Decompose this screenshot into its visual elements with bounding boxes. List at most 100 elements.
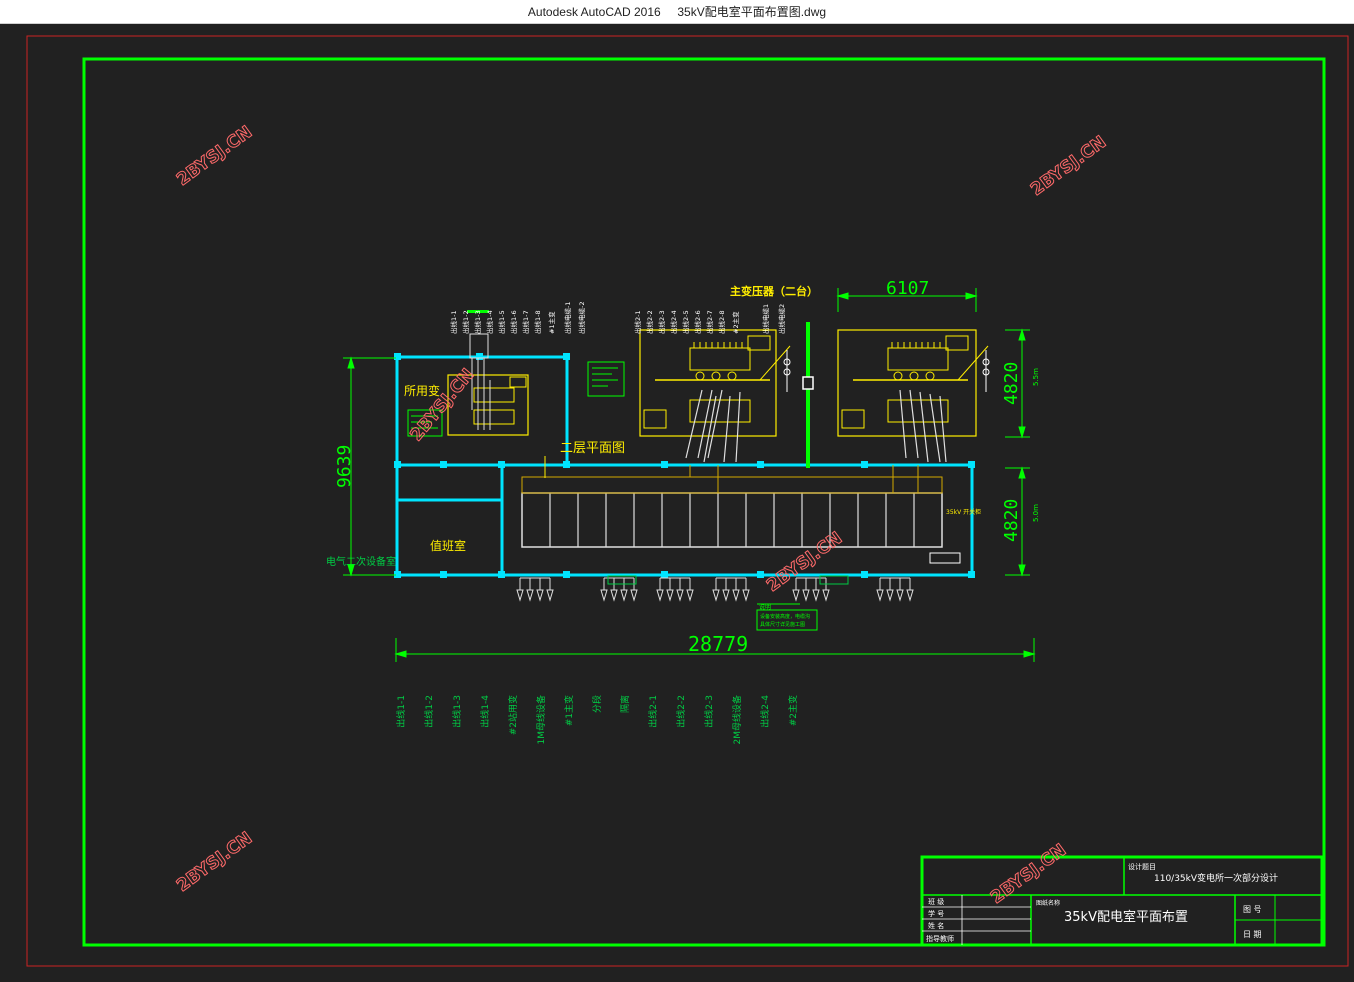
note-text-2: 具体尺寸详见施工图 [760,621,805,628]
cable-termination [876,578,884,602]
drawing-frame [82,57,1326,947]
bottom-feeder-label: 1M母线设备 [535,695,547,745]
station-transformer-label: 所用变 [404,383,440,398]
main-transformer-1 [639,329,777,437]
note-text-1: 设备安装高度，电缆沟 [760,613,810,620]
dimension-lines [343,288,1036,662]
top-feeder-label: 出线电缆-2 [577,302,586,334]
note-title: 说明 [759,603,771,611]
cable-termination [526,578,534,602]
row-advisor: 指导教师 [926,934,954,943]
cable-termination [822,578,830,602]
bottom-feeder-label: 出线2-4 [759,695,771,728]
cable-termination [732,578,740,602]
top-feeder-label: 出线2-6 [693,310,702,334]
switchgear-row [521,465,943,548]
row-name: 姓 名 [928,921,944,930]
top-feeder-label: 出线2-3 [657,310,666,334]
top-feeder-label: 出线1-3 [473,310,482,334]
duty-room-label: 值班室 [430,538,466,553]
transformer-1-leads [685,389,741,463]
field-drawing-no: 图 号 [1243,905,1262,914]
watermark: 2BYSJ.CN [763,528,846,596]
top-feeder-label: 出线1-2 [461,310,470,334]
cable-termination [516,578,524,602]
bottom-feeder-label: 分段 [591,695,603,713]
transformer-title: 主变压器（二台） [730,284,818,298]
row-student-id: 学 号 [928,909,944,918]
cable-terminations [516,577,914,602]
top-feeder-labels: 出线1-1 出线1-2 出线1-3 出线1-4 出线1-5 出线1-6 出线1-7 出线1-8… [449,302,786,334]
level-bottom: 5.0m [1032,504,1040,522]
top-feeder-label: 出线1-8 [533,310,542,334]
bottom-feeder-labels: 出线1-1 出线1-2 出线1-3 出线1-4 #2站用变 1M母线设备 #1主变 分段 隔离出… [395,695,799,745]
cable-termination [656,578,664,602]
drawing-label: 图纸名称 [1036,899,1060,907]
floor-plan-label: 二层平面图 [560,441,625,456]
top-feeder-label: 出线1-7 [521,310,530,334]
top-feeder-label: 出线1-4 [485,310,494,334]
watermark: 2BYSJ.CN [173,828,256,896]
top-feeder-label: 出线2-5 [681,310,690,334]
bottom-feeder-label: #2站用变 [507,695,519,735]
project-name: 110/35kV变电所一次部分设计 [1154,872,1278,884]
watermark: 2BYSJ.CN [1027,132,1110,200]
project-label: 设计题目 [1128,862,1156,871]
bottom-feeder-label: #1主变 [563,695,575,726]
isolator-symbol-2 [982,350,990,392]
cable-termination [802,578,810,602]
bottom-feeder-label: 出线1-3 [451,695,463,728]
dim-transformer-depth: 4820 [1001,362,1022,405]
window-title-bar: Autodesk AutoCAD 2016 35kV配电室平面布置图.dwg [0,0,1354,24]
cable-termination [600,578,608,602]
station-cable [469,333,489,410]
switchgear-label: 35kV 开关柜 [946,508,981,516]
bottom-feeder-label: 隔离 [619,695,631,713]
top-feeder-label: #2主变 [731,311,740,334]
top-feeder-label: 出线2-8 [717,310,726,334]
bottom-cyan-labels [607,575,849,585]
top-feeder-label: 出线1-6 [509,310,518,334]
dim-room-depth: 4820 [1001,499,1022,542]
top-feeder-label: 出线电缆-1 [563,302,572,334]
top-feeder-label: 出线2-7 [705,310,714,334]
file-name: 35kV配电室平面布置图.dwg [677,5,827,19]
cable-termination [896,578,904,602]
cable-termination [536,578,544,602]
top-feeder-label: 出线电缆2 [777,304,786,334]
dim-total-length: 28779 [688,632,748,656]
watermark: 2BYSJ.CN [173,122,256,190]
top-feeder-label: 出线1-1 [449,310,458,334]
top-feeder-label: 出线2-4 [669,310,678,334]
drawing-canvas[interactable]: 35kV 开关柜 所用变 主变压器（二台） 出线1-1 出线1-2 出线1-3 … [0,24,1354,978]
row-class: 班 级 [928,897,944,906]
cable-termination [722,578,730,602]
cable-termination [712,578,720,602]
cable-termination [676,578,684,602]
cable-termination [886,578,894,602]
cable-termination [666,578,674,602]
top-feeder-label: #1主变 [547,311,556,334]
drawing-svg: 35kV 开关柜 所用变 主变压器（二台） 出线1-1 出线1-2 出线1-3 … [26,35,1349,967]
top-feeder-label: 出线2-1 [633,310,642,334]
level-top: 5.5m [1032,368,1040,386]
bottom-feeder-label: 出线2-3 [703,695,715,728]
bottom-feeder-label: 出线2-2 [675,695,687,728]
isolator-symbol [783,350,791,392]
cable-termination [742,578,750,602]
dim-depth: 9639 [334,445,355,488]
outer-boundary [26,35,1349,967]
field-date: 日 期 [1243,930,1262,939]
cable-termination [546,578,554,602]
top-feeder-label: 出线电缆1 [761,304,770,334]
top-feeder-label: 出线2-2 [645,310,654,334]
bottom-feeder-label: 出线1-2 [423,695,435,728]
app-name: Autodesk AutoCAD 2016 [527,4,661,19]
transformer-2-leads [899,389,947,463]
drawing-name: 35kV配电室平面布置 [1064,909,1188,925]
bottom-feeder-label: 2M母线设备 [731,695,743,745]
bottom-feeder-label: 出线1-4 [479,695,491,728]
cable-termination [620,578,628,602]
dim-transformer-width: 6107 [886,278,929,299]
cable-termination [906,578,914,602]
